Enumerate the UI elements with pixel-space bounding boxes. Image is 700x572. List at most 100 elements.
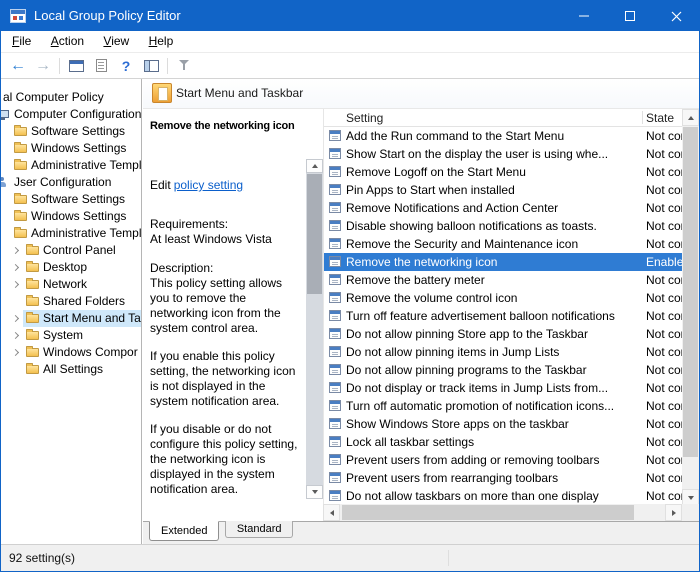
tree-item-administrative-templates-computer[interactable]: Administrative Templ [1, 157, 141, 174]
setting-row[interactable]: Prevent users from rearranging toolbars N… [324, 469, 682, 487]
chevron-right-icon[interactable] [11, 314, 20, 323]
maximize-button[interactable] [607, 1, 653, 31]
policy-setting-icon [329, 328, 341, 339]
column-divider[interactable] [642, 111, 643, 124]
policy-setting-icon [329, 346, 341, 357]
scrollbar-thumb[interactable] [342, 505, 634, 520]
folder-icon [26, 346, 39, 357]
filter-funnel-icon [178, 59, 190, 72]
menu-view[interactable]: View [95, 31, 137, 53]
tab-standard[interactable]: Standard [224, 521, 294, 538]
setting-row[interactable]: Do not allow pinning programs to the Tas… [324, 361, 682, 379]
edit-prefix: Edit [150, 178, 171, 192]
titlebar[interactable]: Local Group Policy Editor [1, 1, 699, 31]
back-arrow-icon: ← [10, 56, 26, 74]
setting-row[interactable]: Do not allow taskbars on more than one d… [324, 487, 682, 504]
console-tree-pane: al Computer Policy Computer Configuratio… [1, 79, 142, 544]
setting-row[interactable]: Remove the volume control iconNot config… [324, 289, 682, 307]
folder-icon [26, 261, 39, 272]
setting-row-selected[interactable]: Remove the networking iconEnabled [324, 253, 682, 271]
setting-row[interactable]: Prevent users from adding or removing to… [324, 451, 682, 469]
policy-setting-icon [329, 238, 341, 249]
policy-setting-icon [329, 184, 341, 195]
tree-item-all-settings[interactable]: All Settings [1, 361, 141, 378]
back-button[interactable]: ← [9, 56, 27, 76]
status-text: 92 setting(s) [9, 551, 76, 565]
list-horizontal-scrollbar[interactable] [323, 504, 682, 521]
tree-item-computer-configuration[interactable]: Computer Configuration [1, 106, 141, 123]
tab-extended[interactable]: Extended [149, 521, 220, 541]
column-header-state[interactable]: State [646, 109, 682, 127]
setting-row[interactable]: Remove the battery meterNot configured [324, 271, 682, 289]
setting-row[interactable]: Turn off feature advertisement balloon n… [324, 307, 682, 325]
folder-icon [14, 159, 27, 170]
tree-item-start-menu-and-taskbar[interactable]: Start Menu and Ta [1, 310, 141, 327]
scroll-up-button[interactable] [682, 109, 699, 126]
scrollbar-thumb[interactable] [683, 127, 698, 457]
setting-row[interactable]: Remove Logoff on the Start MenuNot confi… [324, 163, 682, 181]
setting-row[interactable]: Do not display or track items in Jump Li… [324, 379, 682, 397]
menu-file[interactable]: File [4, 31, 39, 53]
column-header-setting[interactable]: Setting [346, 109, 383, 127]
chevron-right-icon[interactable] [11, 263, 20, 272]
scroll-up-button[interactable] [306, 159, 323, 173]
show-action-pane-button[interactable] [142, 56, 160, 76]
banner-title: Start Menu and Taskbar [176, 86, 304, 100]
scroll-right-button[interactable] [665, 504, 682, 521]
policy-setting-icon [329, 148, 341, 159]
edit-policy-setting-link[interactable]: policy setting [174, 178, 243, 192]
minimize-button[interactable] [561, 1, 607, 31]
menu-action[interactable]: Action [43, 31, 92, 53]
setting-row[interactable]: Show Start on the display the user is us… [324, 145, 682, 163]
tree-item-administrative-templates-user[interactable]: Administrative Templ [1, 225, 141, 242]
tree-item-user-configuration[interactable]: Jser Configuration [1, 174, 141, 191]
setting-row[interactable]: Remove the Security and Maintenance icon… [324, 235, 682, 253]
tree-item-desktop[interactable]: Desktop [1, 259, 141, 276]
setting-row[interactable]: Do not allow pinning Store app to the Ta… [324, 325, 682, 343]
scroll-down-button[interactable] [306, 485, 323, 499]
tree-item-windows-settings-user[interactable]: Windows Settings [1, 208, 141, 225]
tree-item-control-panel[interactable]: Control Panel [1, 242, 141, 259]
tree-item-shared-folders[interactable]: Shared Folders [1, 293, 141, 310]
help-button[interactable]: ? [117, 56, 135, 76]
chevron-right-icon[interactable] [11, 331, 20, 340]
policy-setting-icon [329, 220, 341, 231]
tree-item-system[interactable]: System [1, 327, 141, 344]
scroll-left-button[interactable] [323, 504, 340, 521]
description-scrollbar[interactable] [306, 159, 323, 499]
setting-row[interactable]: Do not allow pinning items in Jump Lists… [324, 343, 682, 361]
list-vertical-scrollbar[interactable] [682, 109, 699, 506]
tree-item-software-settings-computer[interactable]: Software Settings [1, 123, 141, 140]
policy-setting-icon [329, 382, 341, 393]
tree-item-local-computer-policy[interactable]: al Computer Policy [1, 89, 141, 106]
setting-row[interactable]: Disable showing balloon notifications as… [324, 217, 682, 235]
export-list-button[interactable] [92, 56, 110, 76]
forward-button[interactable]: → [34, 56, 52, 76]
policy-setting-icon [329, 454, 341, 465]
close-button[interactable] [653, 1, 699, 31]
menu-help[interactable]: Help [141, 31, 182, 53]
setting-row[interactable]: Remove Notifications and Action Center No… [324, 199, 682, 217]
tree-item-windows-components[interactable]: Windows Compor [1, 344, 141, 361]
policy-setting-icon [329, 472, 341, 483]
chevron-right-icon[interactable] [11, 280, 20, 289]
scrollbar-thumb[interactable] [307, 174, 322, 294]
show-console-tree-button[interactable] [67, 56, 85, 76]
tree-item-software-settings-user[interactable]: Software Settings [1, 191, 141, 208]
tree-item-windows-settings-computer[interactable]: Windows Settings [1, 140, 141, 157]
filter-button[interactable] [175, 56, 193, 76]
setting-row[interactable]: Lock all taskbar settingsNot configured [324, 433, 682, 451]
view-tabs: Extended Standard [143, 521, 699, 544]
chevron-right-icon[interactable] [11, 348, 20, 357]
setting-row[interactable]: Show Windows Store apps on the taskbar No… [324, 415, 682, 433]
chevron-right-icon[interactable] [11, 246, 20, 255]
description-paragraph: If you disable or do not configure this … [150, 422, 298, 496]
console-window-icon [68, 59, 84, 72]
tree-item-network[interactable]: Network [1, 276, 141, 293]
triangle-right-icon [671, 509, 676, 516]
setting-row[interactable]: Pin Apps to Start when installedNot conf… [324, 181, 682, 199]
user-icon [1, 177, 7, 188]
setting-row[interactable]: Add the Run command to the Start Menu Not… [324, 127, 682, 145]
setting-row[interactable]: Turn off automatic promotion of notifica… [324, 397, 682, 415]
folder-icon [26, 312, 39, 323]
